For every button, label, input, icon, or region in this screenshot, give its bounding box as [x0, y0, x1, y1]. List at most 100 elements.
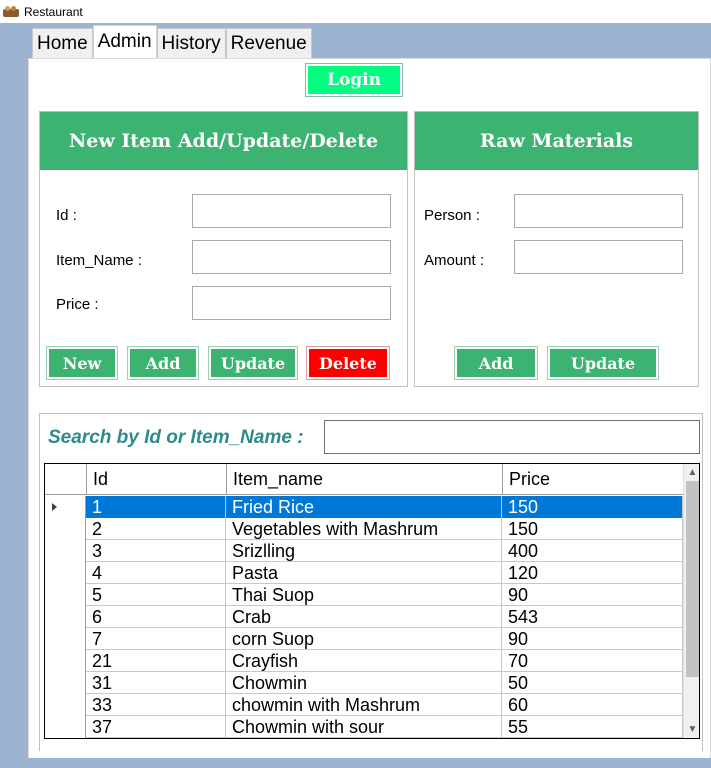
cell-item-name[interactable]: Crab	[226, 606, 502, 628]
row-header[interactable]	[45, 716, 86, 738]
cell-item-name[interactable]: corn Suop	[226, 628, 502, 650]
cell-item-name[interactable]: Chowmin with sour	[226, 716, 502, 738]
current-row-icon	[52, 503, 57, 511]
table-row[interactable]: 2 Vegetables with Mashrum 150	[45, 518, 683, 540]
raw-materials-title: Raw Materials	[415, 112, 698, 170]
tab-revenue[interactable]: Revenue	[225, 28, 312, 58]
cell-price[interactable]: 400	[502, 540, 683, 562]
cell-id[interactable]: 1	[86, 496, 226, 518]
cell-price[interactable]: 543	[502, 606, 683, 628]
table-row[interactable]: 6 Crab 543	[45, 606, 683, 628]
cell-id[interactable]: 33	[86, 694, 226, 716]
amount-label: Amount :	[424, 252, 485, 269]
column-header-price[interactable]: Price	[502, 464, 683, 495]
table-row[interactable]: 3 Srizlling 400	[45, 540, 683, 562]
add-item-button[interactable]: Add	[127, 346, 199, 380]
cell-item-name[interactable]: Vegetables with Mashrum	[226, 518, 502, 540]
cell-id[interactable]: 5	[86, 584, 226, 606]
cell-id[interactable]: 37	[86, 716, 226, 738]
items-grid[interactable]: Id Item_name Price 1 Fried Rice 150 2 Vegeta…	[44, 463, 700, 739]
cell-item-name[interactable]: Srizlling	[226, 540, 502, 562]
cell-item-name[interactable]: Crayfish	[226, 650, 502, 672]
app-icon	[3, 5, 19, 19]
add-raw-button[interactable]: Add	[454, 346, 538, 380]
table-row[interactable]: 5 Thai Suop 90	[45, 584, 683, 606]
window-body: Home Admin History Revenue Login New Ite…	[28, 23, 711, 768]
cell-price[interactable]: 55	[502, 716, 683, 738]
row-header[interactable]	[45, 518, 86, 540]
tab-history[interactable]: History	[156, 28, 226, 58]
new-button[interactable]: New	[46, 346, 118, 380]
row-header[interactable]	[45, 562, 86, 584]
row-header[interactable]	[45, 540, 86, 562]
table-row[interactable]: 31 Chowmin 50	[45, 672, 683, 694]
row-header[interactable]	[45, 650, 86, 672]
item-name-input[interactable]	[192, 240, 391, 274]
bottom-strip	[0, 758, 711, 768]
cell-price[interactable]: 90	[502, 584, 683, 606]
cell-price[interactable]: 90	[502, 628, 683, 650]
admin-panel: Login New Item Add/Update/Delete Id : It…	[28, 58, 711, 768]
delete-button[interactable]: Delete	[306, 346, 390, 380]
cell-price[interactable]: 70	[502, 650, 683, 672]
table-row[interactable]: 1 Fried Rice 150	[45, 496, 683, 518]
price-input[interactable]	[192, 286, 391, 320]
cell-id[interactable]: 3	[86, 540, 226, 562]
cell-item-name[interactable]: Thai Suop	[226, 584, 502, 606]
cell-price[interactable]: 120	[502, 562, 683, 584]
table-row[interactable]: 37 Chowmin with sour 55	[45, 716, 683, 738]
price-label: Price :	[56, 296, 99, 313]
id-input[interactable]	[192, 194, 391, 228]
cell-id[interactable]: 31	[86, 672, 226, 694]
title-bar: Restaurant	[0, 0, 711, 23]
row-header[interactable]	[45, 496, 86, 518]
search-area: Search by Id or Item_Name : Id Item_name…	[39, 413, 703, 751]
grid-rows: 1 Fried Rice 150 2 Vegetables with Mashrum 15…	[45, 496, 683, 738]
amount-input[interactable]	[514, 240, 683, 274]
row-header[interactable]	[45, 694, 86, 716]
column-header-item-name[interactable]: Item_name	[226, 464, 502, 495]
update-item-button[interactable]: Update	[208, 346, 298, 380]
row-header[interactable]	[45, 606, 86, 628]
login-button[interactable]: Login	[305, 63, 403, 97]
cell-item-name[interactable]: Chowmin	[226, 672, 502, 694]
cell-id[interactable]: 4	[86, 562, 226, 584]
scroll-up-icon[interactable]: ▲	[684, 464, 699, 481]
person-input[interactable]	[514, 194, 683, 228]
table-row[interactable]: 33 chowmin with Mashrum 60	[45, 694, 683, 716]
search-label: Search by Id or Item_Name :	[48, 427, 304, 448]
cell-id[interactable]: 6	[86, 606, 226, 628]
row-header[interactable]	[45, 628, 86, 650]
cell-price[interactable]: 150	[502, 518, 683, 540]
item-name-label: Item_Name :	[56, 252, 142, 269]
id-label: Id :	[56, 207, 77, 224]
cell-item-name[interactable]: chowmin with Mashrum	[226, 694, 502, 716]
update-raw-button[interactable]: Update	[547, 346, 659, 380]
cell-item-name[interactable]: Fried Rice	[226, 496, 502, 518]
cell-price[interactable]: 60	[502, 694, 683, 716]
raw-materials-group: Raw Materials Person : Amount : Add Upda…	[414, 111, 699, 387]
tab-home[interactable]: Home	[32, 28, 93, 58]
scroll-thumb[interactable]	[686, 481, 699, 677]
tab-admin[interactable]: Admin	[92, 25, 157, 58]
grid-header: Id Item_name Price	[45, 464, 683, 495]
cell-price[interactable]: 50	[502, 672, 683, 694]
cell-item-name[interactable]: Pasta	[226, 562, 502, 584]
cell-id[interactable]: 21	[86, 650, 226, 672]
cell-id[interactable]: 7	[86, 628, 226, 650]
cell-price[interactable]: 150	[502, 496, 683, 518]
table-row[interactable]: 4 Pasta 120	[45, 562, 683, 584]
item-group: New Item Add/Update/Delete Id : Item_Nam…	[39, 111, 408, 387]
row-header[interactable]	[45, 584, 86, 606]
cell-id[interactable]: 2	[86, 518, 226, 540]
search-input[interactable]	[324, 420, 700, 454]
table-row[interactable]: 21 Crayfish 70	[45, 650, 683, 672]
table-row[interactable]: 7 corn Suop 90	[45, 628, 683, 650]
scroll-down-icon[interactable]: ▼	[684, 721, 699, 738]
row-header-corner	[45, 464, 86, 495]
column-header-id[interactable]: Id	[86, 464, 226, 495]
row-header[interactable]	[45, 672, 86, 694]
person-label: Person :	[424, 207, 480, 224]
vertical-scrollbar[interactable]: ▲ ▼	[683, 464, 699, 738]
window-title: Restaurant	[24, 4, 83, 19]
